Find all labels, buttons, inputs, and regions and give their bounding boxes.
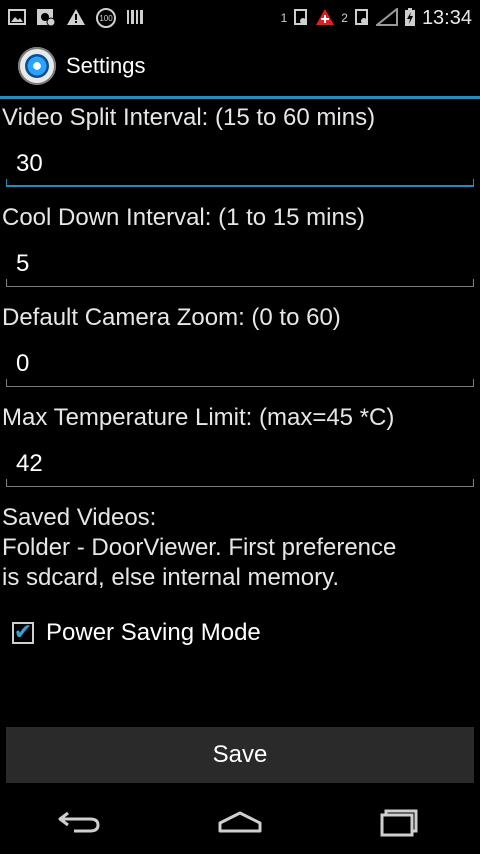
power-saving-checkbox[interactable]: ✔ xyxy=(12,619,34,644)
status-clock: 13:34 xyxy=(421,6,472,29)
power-saving-row[interactable]: ✔ Power Saving Mode xyxy=(10,619,480,647)
home-icon xyxy=(218,811,262,833)
saved-videos-title: Saved Videos: xyxy=(2,504,157,531)
status-bar: 100 1 2 13:34 xyxy=(0,0,480,36)
home-button[interactable] xyxy=(210,802,270,842)
field-underline xyxy=(6,486,474,487)
barcode-icon xyxy=(126,8,144,29)
video-split-field xyxy=(6,143,480,187)
video-split-label: Video Split Interval: (15 to 60 mins) xyxy=(2,104,376,131)
camera-zoom-label: Default Camera Zoom: (0 to 60) xyxy=(2,304,341,331)
saved-videos-info: Saved Videos: Folder - DoorViewer. First… xyxy=(0,487,480,593)
app-logo-icon[interactable] xyxy=(18,47,56,85)
settings-form: Video Split Interval: (15 to 60 mins) Co… xyxy=(0,99,480,647)
field-cap-left xyxy=(6,379,7,387)
field-cap-left xyxy=(6,279,7,287)
recent-apps-icon xyxy=(380,809,418,837)
action-bar: Settings xyxy=(0,36,480,99)
sim2-label: 2 xyxy=(341,11,348,25)
page-title: Settings xyxy=(66,53,146,78)
navigation-bar xyxy=(0,790,480,854)
warning-icon xyxy=(66,8,86,29)
field-cap-right xyxy=(473,479,474,487)
saved-videos-line2: is sdcard, else internal memory. xyxy=(2,564,340,591)
video-split-input[interactable] xyxy=(6,143,480,185)
badge-100-text: 100 xyxy=(99,13,113,23)
checkmark-icon: ✔ xyxy=(13,619,33,644)
max-temp-field xyxy=(6,443,480,487)
max-temp-input[interactable] xyxy=(6,443,480,485)
sim2-signal-icon xyxy=(354,8,370,29)
field-cap-right xyxy=(473,379,474,387)
camera-zoom-input[interactable] xyxy=(6,343,480,385)
cool-down-field xyxy=(6,243,480,287)
field-underline xyxy=(6,185,474,187)
power-saving-label[interactable]: Power Saving Mode xyxy=(46,619,261,647)
app-notification-icon xyxy=(36,8,56,29)
medical-alert-icon xyxy=(315,8,335,29)
max-temp-label: Max Temperature Limit: (max=45 *C) xyxy=(2,404,395,431)
saved-videos-line1: Folder - DoorViewer. First preference xyxy=(2,534,397,561)
cool-down-input[interactable] xyxy=(6,243,480,285)
cool-down-label: Cool Down Interval: (1 to 15 mins) xyxy=(2,204,365,231)
field-cap-right xyxy=(473,279,474,287)
camera-lens-icon xyxy=(25,54,49,78)
save-button[interactable]: Save xyxy=(6,727,474,783)
battery-charging-icon xyxy=(404,7,416,30)
back-icon xyxy=(58,811,100,833)
field-cap-right xyxy=(473,179,474,187)
sim1-signal-icon xyxy=(293,8,309,29)
field-cap-left xyxy=(6,479,7,487)
badge-100-icon: 100 xyxy=(96,8,116,28)
recent-apps-button[interactable] xyxy=(370,802,430,842)
field-underline xyxy=(6,386,474,387)
field-cap-left xyxy=(6,179,7,187)
cell-signal-icon xyxy=(374,6,398,29)
back-button[interactable] xyxy=(50,802,110,842)
image-icon xyxy=(8,8,26,29)
camera-zoom-field xyxy=(6,343,480,387)
field-underline xyxy=(6,286,474,287)
sim1-label: 1 xyxy=(280,11,288,25)
